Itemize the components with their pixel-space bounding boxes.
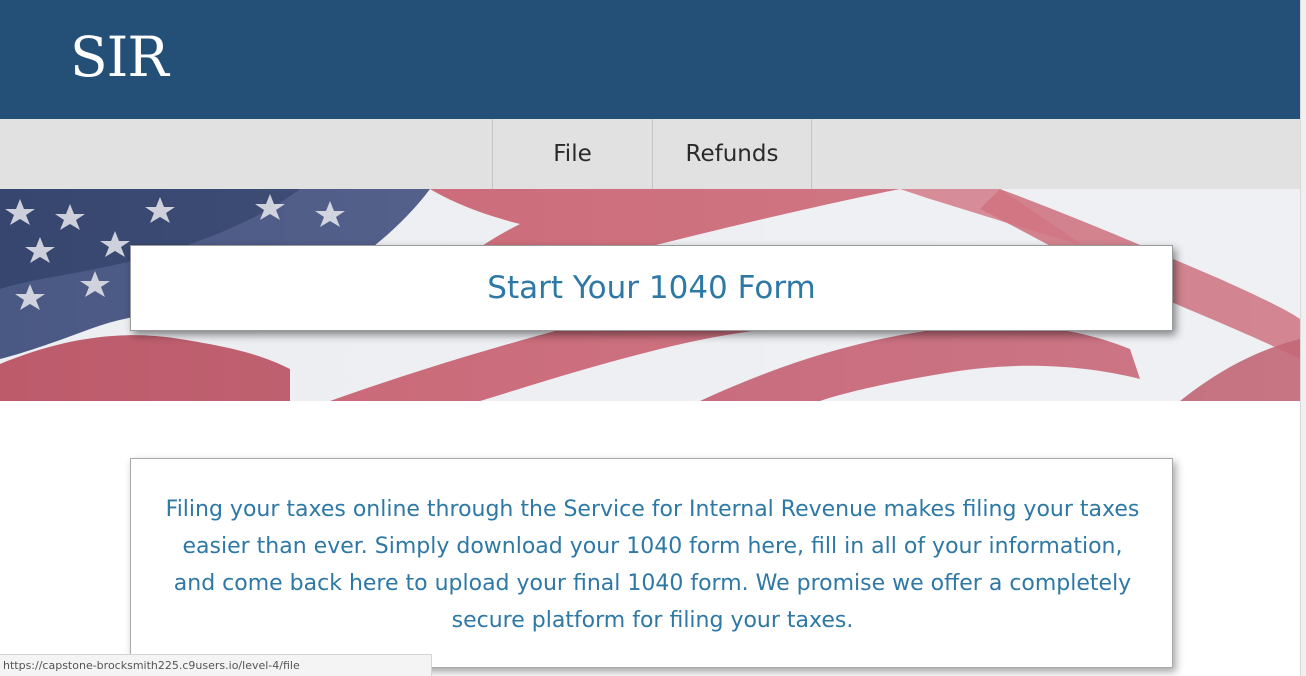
info-text: Filing your taxes online through the Ser… [165, 497, 1140, 633]
site-logo[interactable]: SIR [70, 26, 169, 88]
nav-item-refunds[interactable]: Refunds [652, 119, 812, 189]
scrollbar[interactable] [1300, 0, 1306, 676]
status-bar-url: https://capstone-brocksmith225.c9users.i… [0, 654, 432, 676]
page: SIR File Refunds Start Your 1040 Form Fi… [0, 0, 1306, 676]
info-box: Filing your taxes online through the Ser… [130, 458, 1173, 668]
nav-item-file[interactable]: File [492, 119, 652, 189]
hero-banner: Start Your 1040 Form [0, 189, 1300, 401]
hero-title[interactable]: Start Your 1040 Form [130, 245, 1173, 331]
main-nav: File Refunds [0, 119, 1300, 189]
site-header: SIR [0, 0, 1300, 119]
